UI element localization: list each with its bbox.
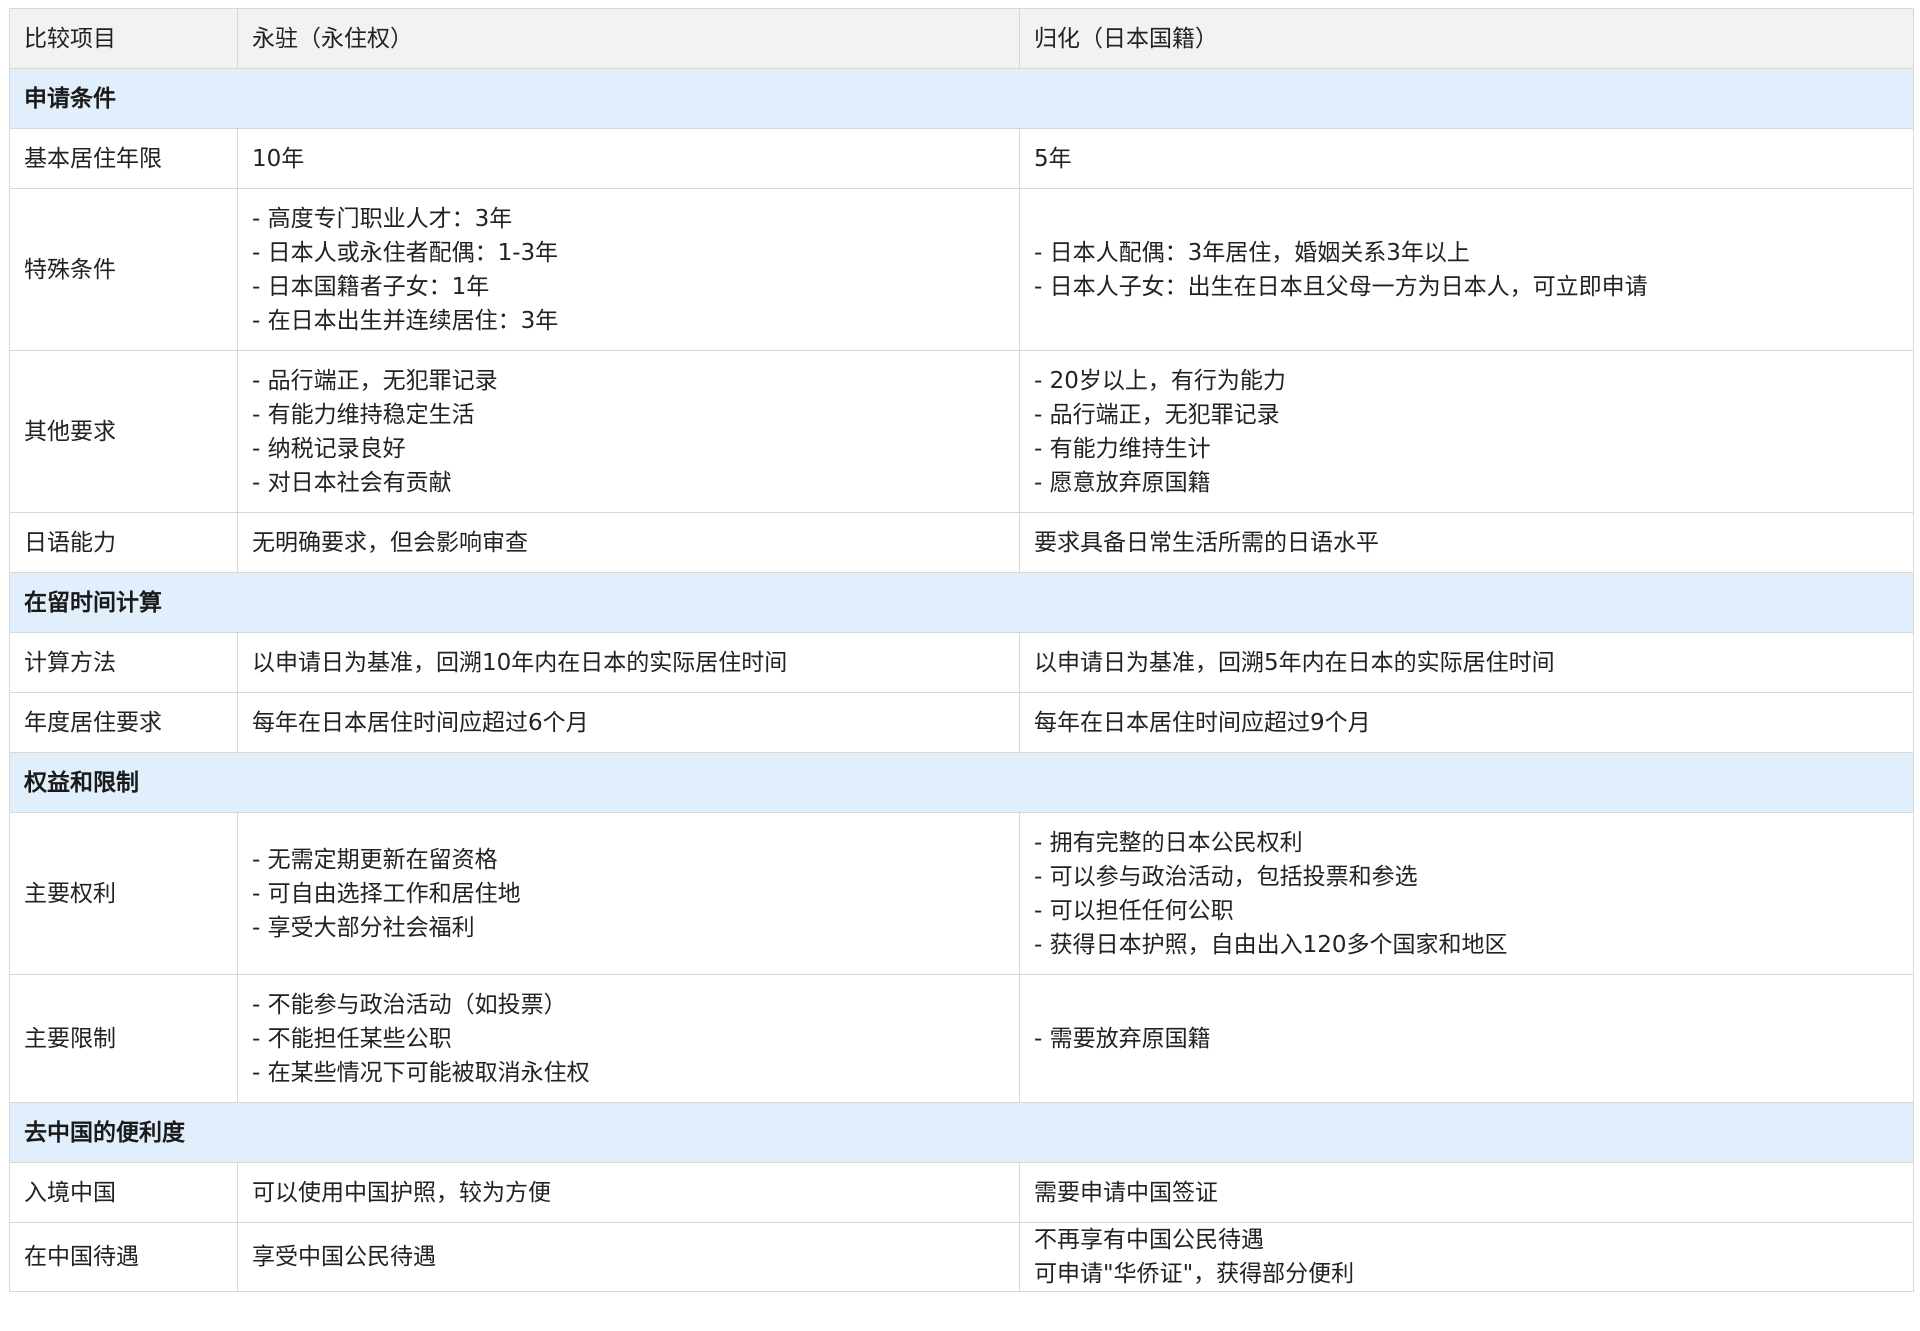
table-row: 其他要求 - 品行端正，无犯罪记录 - 有能力维持稳定生活 - 纳税记录良好 -…	[9, 350, 1914, 513]
cell-line: - 可以参与政治活动，包括投票和参选	[1034, 863, 1418, 890]
table-row: 年度居住要求 每年在日本居住时间应超过6个月 每年在日本居住时间应超过9个月	[9, 692, 1914, 753]
cell-line: - 纳税记录良好	[252, 435, 406, 462]
cell-line: - 日本人子女：出生在日本且父母一方为日本人，可立即申请	[1034, 273, 1648, 300]
row-label: 入境中国	[9, 1162, 238, 1223]
naturalization-cell: 需要申请中国签证	[1019, 1162, 1914, 1223]
row-label: 年度居住要求	[9, 692, 238, 753]
permanent-cell: - 无需定期更新在留资格 - 可自由选择工作和居住地 - 享受大部分社会福利	[237, 812, 1020, 975]
cell-line: 每年在日本居住时间应超过6个月	[252, 709, 589, 736]
cell-line: 可以使用中国护照，较为方便	[252, 1179, 551, 1206]
section-row: 申请条件	[9, 68, 1914, 129]
cell-line: - 在日本出生并连续居住：3年	[252, 307, 559, 334]
cell-line: - 可自由选择工作和居住地	[252, 880, 521, 907]
naturalization-cell: 5年	[1019, 128, 1914, 189]
cell-line: - 日本人或永住者配偶：1-3年	[252, 239, 559, 266]
cell-line: - 可以担任任何公职	[1034, 897, 1234, 924]
cell-line: - 日本人配偶：3年居住，婚姻关系3年以上	[1034, 239, 1470, 266]
naturalization-cell: - 需要放弃原国籍	[1019, 974, 1914, 1103]
cell-line: - 高度专门职业人才：3年	[252, 205, 513, 232]
table-row: 特殊条件 - 高度专门职业人才：3年 - 日本人或永住者配偶：1-3年 - 日本…	[9, 188, 1914, 351]
permanent-cell: 可以使用中国护照，较为方便	[237, 1162, 1020, 1223]
section-title: 去中国的便利度	[9, 1102, 1914, 1163]
cell-line: 以申请日为基准，回溯5年内在日本的实际居住时间	[1034, 649, 1555, 676]
cell-line: - 无需定期更新在留资格	[252, 846, 498, 873]
table-row: 计算方法 以申请日为基准，回溯10年内在日本的实际居住时间 以申请日为基准，回溯…	[9, 632, 1914, 693]
row-label: 在中国待遇	[9, 1222, 238, 1292]
row-label: 主要限制	[9, 974, 238, 1103]
cell-line: - 愿意放弃原国籍	[1034, 469, 1211, 496]
section-row: 在留时间计算	[9, 572, 1914, 633]
section-row: 权益和限制	[9, 752, 1914, 813]
permanent-cell: - 品行端正，无犯罪记录 - 有能力维持稳定生活 - 纳税记录良好 - 对日本社…	[237, 350, 1020, 513]
cell-line: 无明确要求，但会影响审查	[252, 529, 528, 556]
header-row: 比较项目 永驻（永住权） 归化（日本国籍）	[9, 8, 1914, 69]
cell-line: - 不能担任某些公职	[252, 1025, 452, 1052]
table-row: 主要权利 - 无需定期更新在留资格 - 可自由选择工作和居住地 - 享受大部分社…	[9, 812, 1914, 975]
cell-line: - 有能力维持生计	[1034, 435, 1211, 462]
permanent-cell: 以申请日为基准，回溯10年内在日本的实际居住时间	[237, 632, 1020, 693]
row-label: 计算方法	[9, 632, 238, 693]
permanent-cell: 享受中国公民待遇	[237, 1222, 1020, 1292]
section-row: 去中国的便利度	[9, 1102, 1914, 1163]
cell-line: 不再享有中国公民待遇	[1034, 1227, 1264, 1253]
permanent-cell: 每年在日本居住时间应超过6个月	[237, 692, 1020, 753]
cell-line: - 拥有完整的日本公民权利	[1034, 829, 1303, 856]
table-row: 入境中国 可以使用中国护照，较为方便 需要申请中国签证	[9, 1162, 1914, 1223]
permanent-cell: 无明确要求，但会影响审查	[237, 512, 1020, 573]
row-label: 特殊条件	[9, 188, 238, 351]
permanent-cell: - 高度专门职业人才：3年 - 日本人或永住者配偶：1-3年 - 日本国籍者子女…	[237, 188, 1020, 351]
section-title: 申请条件	[9, 68, 1914, 129]
naturalization-cell: - 20岁以上，有行为能力 - 品行端正，无犯罪记录 - 有能力维持生计 - 愿…	[1019, 350, 1914, 513]
row-label: 基本居住年限	[9, 128, 238, 189]
cell-line: - 对日本社会有贡献	[252, 469, 452, 496]
row-label: 其他要求	[9, 350, 238, 513]
table-row: 在中国待遇 享受中国公民待遇 不再享有中国公民待遇 可申请"华侨证"，获得部分便…	[9, 1222, 1914, 1292]
table-row: 基本居住年限 10年 5年	[9, 128, 1914, 189]
cell-line: - 需要放弃原国籍	[1034, 1025, 1211, 1052]
table-row: 日语能力 无明确要求，但会影响审查 要求具备日常生活所需的日语水平	[9, 512, 1914, 573]
naturalization-cell: 以申请日为基准，回溯5年内在日本的实际居住时间	[1019, 632, 1914, 693]
cell-line: - 不能参与政治活动（如投票）	[252, 991, 567, 1018]
naturalization-cell: 每年在日本居住时间应超过9个月	[1019, 692, 1914, 753]
comparison-table: 比较项目 永驻（永住权） 归化（日本国籍） 申请条件 基本居住年限 10年 5年…	[9, 8, 1914, 1292]
cell-line: 享受中国公民待遇	[252, 1244, 436, 1270]
cell-line: - 品行端正，无犯罪记录	[1034, 401, 1280, 428]
cell-line: - 享受大部分社会福利	[252, 914, 475, 941]
table-row: 主要限制 - 不能参与政治活动（如投票） - 不能担任某些公职 - 在某些情况下…	[9, 974, 1914, 1103]
cell-line: 每年在日本居住时间应超过9个月	[1034, 709, 1371, 736]
naturalization-cell: 不再享有中国公民待遇 可申请"华侨证"，获得部分便利	[1019, 1222, 1914, 1292]
cell-line: 10年	[252, 145, 305, 172]
permanent-cell: - 不能参与政治活动（如投票） - 不能担任某些公职 - 在某些情况下可能被取消…	[237, 974, 1020, 1103]
cell-line: 需要申请中国签证	[1034, 1179, 1218, 1206]
cell-line: - 获得日本护照，自由出入120多个国家和地区	[1034, 931, 1508, 958]
naturalization-cell: - 拥有完整的日本公民权利 - 可以参与政治活动，包括投票和参选 - 可以担任任…	[1019, 812, 1914, 975]
cell-line: - 20岁以上，有行为能力	[1034, 367, 1286, 394]
cell-line: 5年	[1034, 145, 1072, 172]
naturalization-cell: - 日本人配偶：3年居住，婚姻关系3年以上 - 日本人子女：出生在日本且父母一方…	[1019, 188, 1914, 351]
permanent-cell: 10年	[237, 128, 1020, 189]
cell-line: - 有能力维持稳定生活	[252, 401, 475, 428]
cell-line: - 在某些情况下可能被取消永住权	[252, 1059, 590, 1086]
comparison-table-container: 比较项目 永驻（永住权） 归化（日本国籍） 申请条件 基本居住年限 10年 5年…	[9, 8, 1914, 1292]
header-permanent-residency: 永驻（永住权）	[237, 8, 1020, 69]
cell-line: 要求具备日常生活所需的日语水平	[1034, 529, 1379, 556]
row-label: 日语能力	[9, 512, 238, 573]
section-title: 在留时间计算	[9, 572, 1914, 633]
cell-line: - 日本国籍者子女：1年	[252, 273, 490, 300]
section-title: 权益和限制	[9, 752, 1914, 813]
header-naturalization: 归化（日本国籍）	[1019, 8, 1914, 69]
cell-line: 可申请"华侨证"，获得部分便利	[1034, 1261, 1355, 1287]
naturalization-cell: 要求具备日常生活所需的日语水平	[1019, 512, 1914, 573]
row-label: 主要权利	[9, 812, 238, 975]
cell-line: - 品行端正，无犯罪记录	[252, 367, 498, 394]
header-item: 比较项目	[9, 8, 238, 69]
cell-line: 以申请日为基准，回溯10年内在日本的实际居住时间	[252, 649, 788, 676]
